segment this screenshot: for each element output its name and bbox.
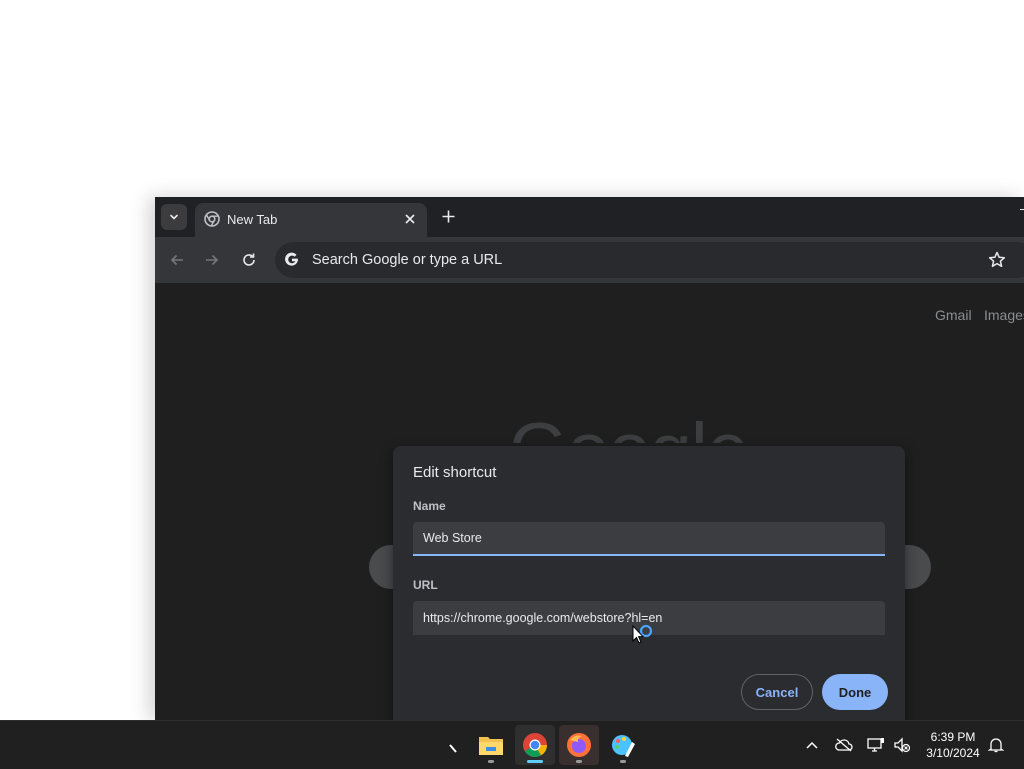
dialog-title: Edit shortcut [413,464,497,481]
tab-search-button[interactable] [161,204,187,230]
tab-title: New Tab [227,212,278,227]
running-indicator [620,760,626,763]
folder-icon [479,737,503,755]
paint-icon [612,735,635,757]
chevron-up-icon [806,741,818,749]
taskbar-paint[interactable] [603,725,643,765]
google-g-icon [285,252,298,266]
search-glyph [449,744,457,753]
network-icon[interactable] [866,735,886,755]
show-hidden-icons-button[interactable] [802,735,822,755]
firefox-icon [567,733,591,757]
name-field[interactable] [413,522,885,556]
system-clock[interactable]: 6:39 PM 3/10/2024 [918,729,988,761]
address-bar[interactable]: Search Google or type a URL [275,242,1024,278]
chevron-down-icon [170,214,178,220]
speaker-glyph [894,737,911,753]
notifications-button[interactable] [986,735,1006,755]
tab-strip: New Tab [155,197,1024,237]
address-bar-placeholder: Search Google or type a URL [312,252,503,268]
running-indicator [576,760,582,763]
edit-shortcut-dialog: Edit shortcut Name URL Cancel Done [393,446,905,736]
bookmark-star-icon[interactable] [987,250,1007,270]
clock-time: 6:39 PM [930,730,976,744]
taskbar-google-chrome[interactable] [515,725,555,765]
gmail-link[interactable]: Gmail [935,307,972,323]
name-label: Name [413,499,446,513]
reload-button[interactable] [237,248,261,272]
clock-date: 3/10/2024 [926,746,980,760]
url-label: URL [413,578,438,592]
tab-new-tab[interactable]: New Tab [195,203,427,237]
search-icon[interactable] [444,739,464,759]
window-minimize-button[interactable] [1020,209,1024,210]
reload-icon [243,253,255,266]
taskbar-firefox[interactable] [559,725,599,765]
bell-icon [988,738,1004,753]
cancel-button[interactable]: Cancel [741,674,813,710]
taskbar-file-explorer[interactable] [471,725,511,765]
chrome-icon [523,733,547,758]
onedrive-offline-icon[interactable] [834,735,854,755]
google-logo: Google [509,401,748,443]
arrow-left-icon [170,254,183,266]
done-button[interactable]: Done [822,674,888,710]
chrome-favicon-icon [204,211,220,227]
running-indicator [488,760,494,763]
close-icon [405,214,415,224]
toolbar: Search Google or type a URL [155,237,1024,283]
mouse-cursor-icon [632,624,653,644]
back-button[interactable] [165,248,189,272]
active-indicator [527,760,543,763]
tab-close-button[interactable] [401,210,419,228]
forward-button[interactable] [200,248,224,272]
plus-icon [442,210,454,222]
monitor-glyph [867,738,884,752]
new-tab-button[interactable] [437,205,459,227]
volume-muted-icon[interactable] [892,735,912,755]
arrow-right-icon [206,254,219,266]
taskbar: 6:39 PM 3/10/2024 [0,720,1024,769]
cloud-glyph [835,738,853,752]
images-link[interactable]: Images [984,307,1024,323]
